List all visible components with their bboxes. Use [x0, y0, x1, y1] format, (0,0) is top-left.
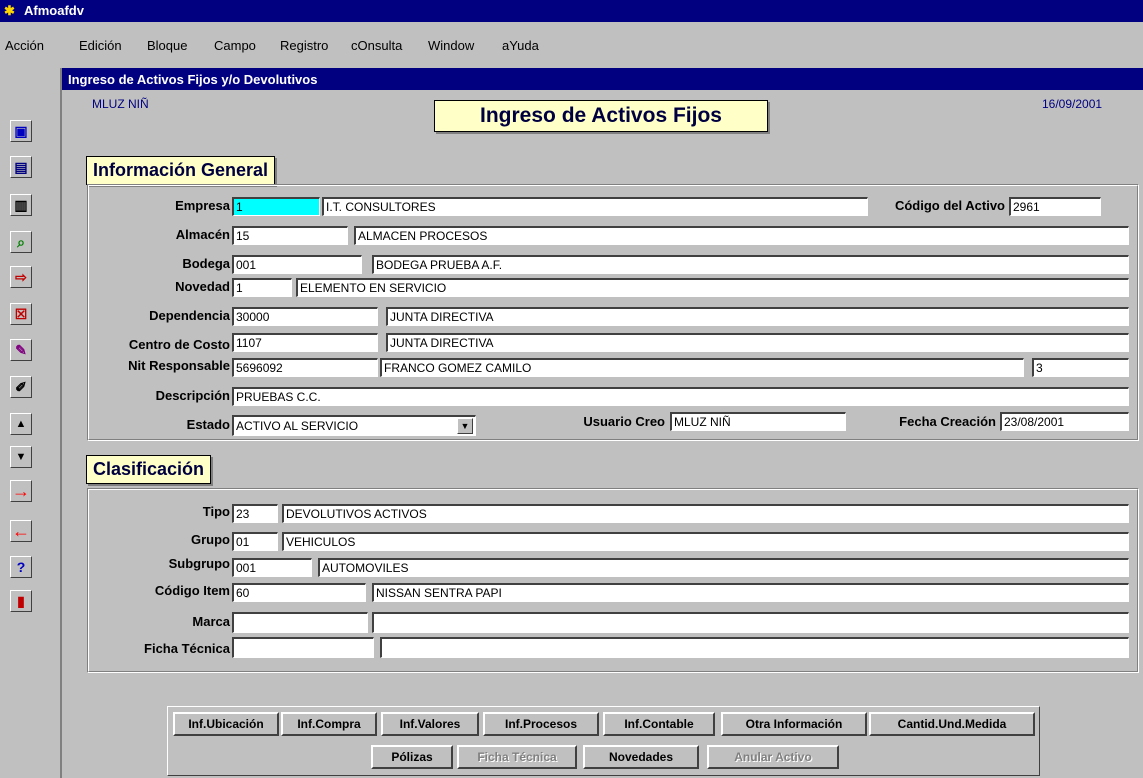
nit-label: Nit Responsable — [128, 358, 230, 373]
usuario-creo-label: Usuario Creo — [583, 414, 665, 429]
codigo-activo-label: Código del Activo — [894, 198, 1005, 213]
novedades-button[interactable]: Novedades — [583, 745, 699, 769]
section-title-clasificacion: Clasificación — [86, 455, 212, 484]
nit-extra-field[interactable]: 3 — [1032, 358, 1129, 377]
ficha-code-field[interactable] — [232, 637, 374, 658]
ficha-tecnica-label: Ficha Técnica — [144, 641, 230, 656]
menu-accion[interactable]: Acción — [5, 38, 44, 53]
cantid-und-medida-button[interactable]: Cantid.Und.Medida — [869, 712, 1035, 736]
empresa-label: Empresa — [175, 198, 230, 213]
form-titlebar: Ingreso de Activos Fijos y/o Devolutivos — [62, 68, 1143, 90]
dependencia-name-field[interactable]: JUNTA DIRECTIVA — [386, 307, 1129, 326]
bodega-code-field[interactable]: 001 — [232, 255, 362, 274]
exit-icon[interactable]: ▮ — [10, 590, 32, 612]
ficha-tecnica-button[interactable]: Ficha Técnica — [457, 745, 577, 769]
menu-registro[interactable]: Registro — [280, 38, 328, 53]
inf-compra-button[interactable]: Inf.Compra — [281, 712, 377, 736]
up-arrow-icon[interactable]: ▲ — [10, 413, 32, 435]
next-arrow-icon[interactable]: → — [10, 480, 32, 502]
window-title: Afmoafdv — [24, 3, 84, 18]
form-title: Ingreso de Activos Fijos y/o Devolutivos — [68, 72, 318, 87]
nit-name-field[interactable]: FRANCO GOMEZ CAMILO — [380, 358, 1024, 377]
estado-label: Estado — [186, 417, 230, 432]
grupo-name-field[interactable]: VEHICULOS — [282, 532, 1129, 551]
descripcion-label: Descripción — [155, 388, 230, 403]
codigo-item-label: Código Item — [154, 583, 230, 598]
bodega-label: Bodega — [182, 256, 230, 271]
menu-consulta[interactable]: cOnsulta — [351, 38, 402, 53]
inf-valores-button[interactable]: Inf.Valores — [381, 712, 479, 736]
almacen-label: Almacén — [175, 227, 230, 242]
subgrupo-name-field[interactable]: AUTOMOVILES — [318, 558, 1129, 577]
section-title-general: Información General — [86, 156, 276, 185]
inf-ubicacion-button[interactable]: Inf.Ubicación — [173, 712, 279, 736]
almacen-name-field[interactable]: ALMACEN PROCESOS — [354, 226, 1129, 245]
descripcion-field[interactable]: PRUEBAS C.C. — [232, 387, 1129, 406]
marca-label: Marca — [192, 614, 230, 629]
estado-value: ACTIVO AL SERVICIO — [236, 419, 359, 433]
tipo-code-field[interactable]: 23 — [232, 504, 278, 523]
item-code-field[interactable]: 60 — [232, 583, 366, 602]
inf-contable-button[interactable]: Inf.Contable — [603, 712, 715, 736]
menu-bar: Acción Edición Bloque Campo Registro cOn… — [0, 35, 1143, 57]
window-titlebar: ✱ Afmoafdv — [0, 0, 1143, 22]
menu-edicion[interactable]: Edición — [79, 38, 122, 53]
fecha-creacion-label: Fecha Creación — [899, 414, 996, 429]
estado-select[interactable]: ACTIVO AL SERVICIO — [232, 415, 476, 436]
clear-icon[interactable]: ✎ — [10, 339, 32, 361]
chevron-down-icon[interactable]: ▼ — [457, 418, 473, 434]
form-icon[interactable]: ▤ — [10, 156, 32, 178]
current-user: MLUZ NIÑ — [92, 97, 149, 111]
centro-costo-label: Centro de Costo — [128, 337, 230, 352]
menu-window[interactable]: Window — [428, 38, 474, 53]
subgrupo-code-field[interactable]: 001 — [232, 558, 312, 577]
insert-record-icon[interactable]: ⇨ — [10, 266, 32, 288]
centro-costo-code-field[interactable]: 1107 — [232, 333, 378, 352]
tipo-label: Tipo — [202, 504, 230, 519]
current-date: 16/09/2001 — [1042, 97, 1103, 111]
marca-name-field[interactable] — [372, 612, 1129, 633]
save-icon[interactable]: ▣ — [10, 120, 32, 142]
novedad-name-field[interactable]: ELEMENTO EN SERVICIO — [296, 278, 1129, 297]
marca-code-field[interactable] — [232, 612, 368, 633]
prev-arrow-icon[interactable]: ← — [10, 520, 32, 542]
inf-procesos-button[interactable]: Inf.Procesos — [483, 712, 599, 736]
bodega-name-field[interactable]: BODEGA PRUEBA A.F. — [372, 255, 1129, 274]
novedad-label: Novedad — [175, 279, 230, 294]
query-icon[interactable]: ⌕ — [10, 231, 32, 253]
anular-activo-button[interactable]: Anular Activo — [707, 745, 839, 769]
nit-code-field[interactable]: 5696092 — [232, 358, 378, 377]
empresa-name-field[interactable]: I.T. CONSULTORES — [322, 197, 868, 216]
empresa-code-field[interactable]: 1 — [232, 197, 320, 216]
dependencia-code-field[interactable]: 30000 — [232, 307, 378, 326]
help-icon[interactable]: ? — [10, 556, 32, 578]
grupo-label: Grupo — [191, 532, 230, 547]
fecha-creacion-field[interactable]: 23/08/2001 — [1000, 412, 1129, 431]
edit-icon[interactable]: ✐ — [10, 376, 32, 398]
grupo-code-field[interactable]: 01 — [232, 532, 278, 551]
delete-record-icon[interactable]: ☒ — [10, 303, 32, 325]
centro-costo-name-field[interactable]: JUNTA DIRECTIVA — [386, 333, 1129, 352]
down-arrow-icon[interactable]: ▼ — [10, 446, 32, 468]
almacen-code-field[interactable]: 15 — [232, 226, 348, 245]
menu-bloque[interactable]: Bloque — [147, 38, 187, 53]
ficha-name-field[interactable] — [380, 637, 1129, 658]
page-title: Ingreso de Activos Fijos — [434, 100, 768, 132]
novedad-code-field[interactable]: 1 — [232, 278, 292, 297]
codigo-activo-field[interactable]: 2961 — [1009, 197, 1101, 216]
otra-informacion-button[interactable]: Otra Información — [721, 712, 867, 736]
item-name-field[interactable]: NISSAN SENTRA PAPI — [372, 583, 1129, 602]
menu-ayuda[interactable]: aYuda — [502, 38, 539, 53]
clipboard-icon[interactable]: ▥ — [10, 194, 32, 216]
menu-campo[interactable]: Campo — [214, 38, 256, 53]
dependencia-label: Dependencia — [149, 308, 230, 323]
app-icon: ✱ — [4, 3, 15, 18]
subgrupo-label: Subgrupo — [168, 556, 230, 571]
tipo-name-field[interactable]: DEVOLUTIVOS ACTIVOS — [282, 504, 1129, 523]
usuario-creo-field[interactable]: MLUZ NIÑ — [670, 412, 846, 431]
polizas-button[interactable]: Pólizas — [371, 745, 453, 769]
